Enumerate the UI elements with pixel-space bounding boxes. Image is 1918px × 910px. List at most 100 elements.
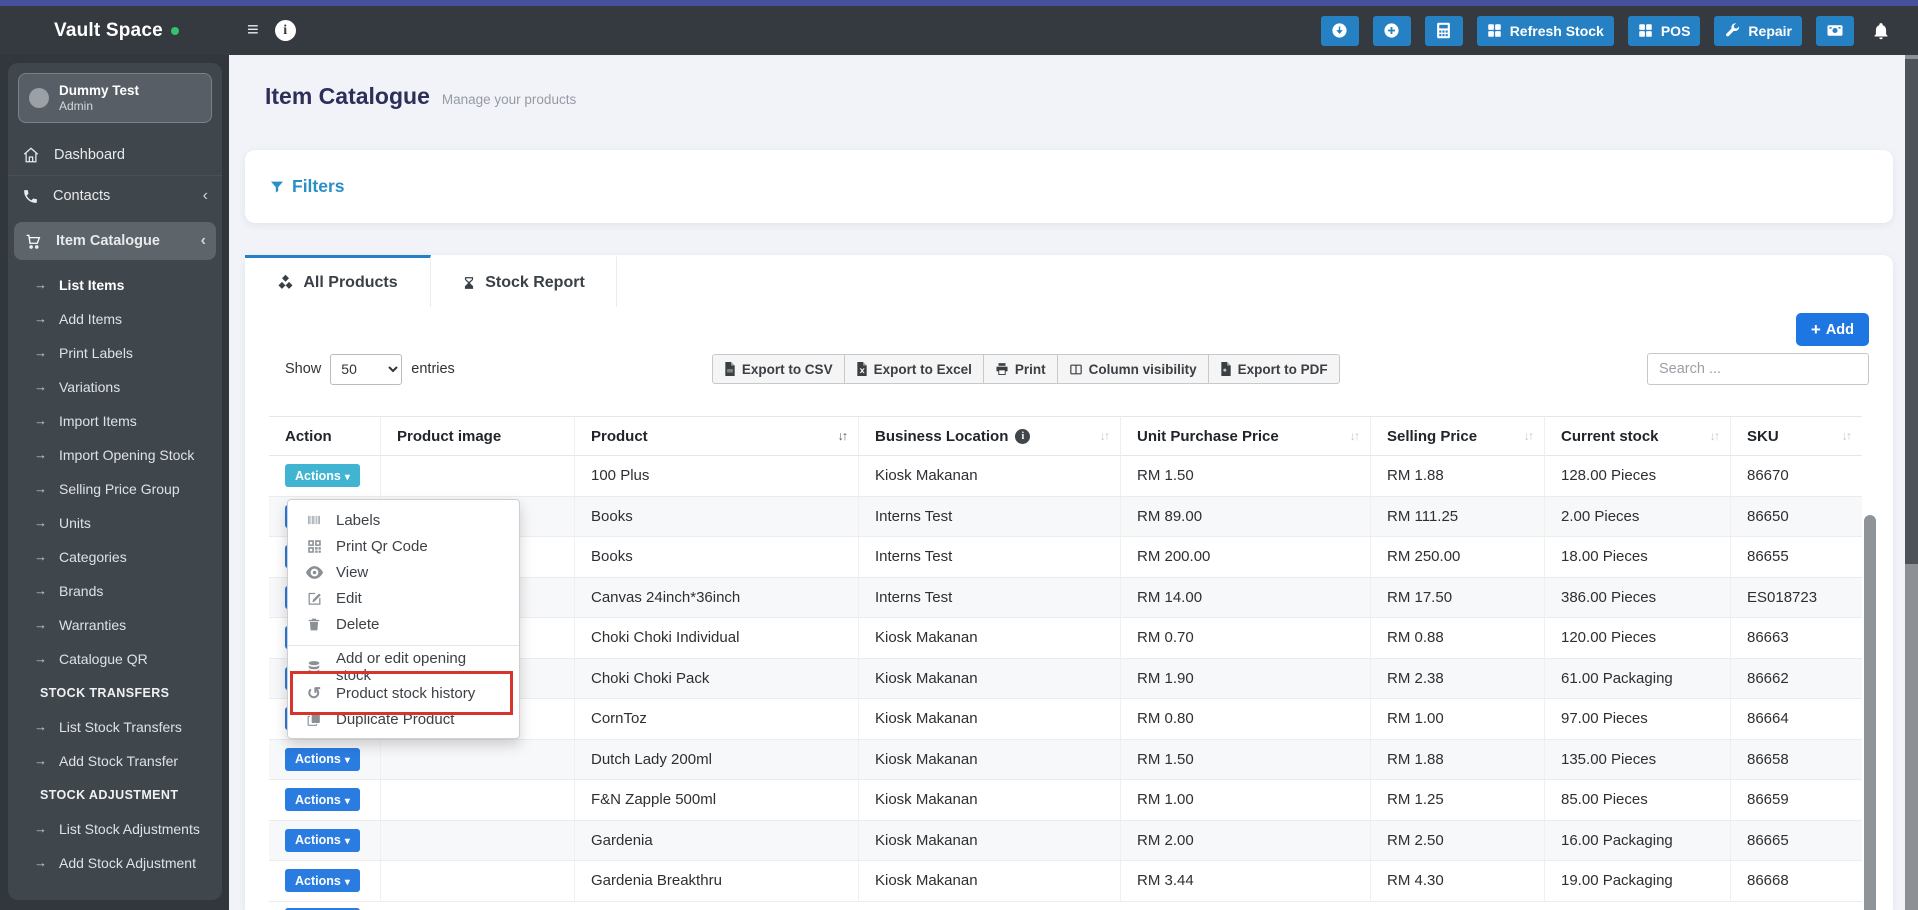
sidebar-subitem-label: Add Stock Transfer xyxy=(59,753,179,769)
sidebar-subitem-label: Units xyxy=(59,515,91,531)
column-visibility-label: Column visibility xyxy=(1088,361,1197,377)
hamburger-menu-icon[interactable]: ≡ xyxy=(247,19,259,42)
page-size-select[interactable]: 50 xyxy=(330,353,403,385)
menu-item-view[interactable]: View xyxy=(288,559,519,585)
page-scrollbar[interactable] xyxy=(1905,55,1918,910)
repair-button[interactable]: Repair xyxy=(1714,15,1802,46)
col-business-location[interactable]: Business Location i ↓↑ xyxy=(859,416,1121,456)
tab-label: Stock Report xyxy=(485,273,585,291)
sort-icon[interactable]: ↓↑ xyxy=(1710,429,1731,443)
sort-icon[interactable]: ↓↑ xyxy=(1350,429,1371,443)
sidebar-item-dashboard[interactable]: Dashboard xyxy=(8,135,222,176)
sidebar-subitem[interactable]: Import Opening Stock xyxy=(8,438,222,472)
current-stock-cell: 16.00 Packaging xyxy=(1545,820,1731,860)
table-row: Actions Dutch Lady 200ml Kiosk Makanan R… xyxy=(269,739,1862,780)
selling-price-cell: RM 1.00 xyxy=(1371,699,1545,739)
product-cell: CornToz xyxy=(575,699,859,739)
sidebar-subitem: STOCK TRANSFERS xyxy=(8,676,222,710)
col-current-stock[interactable]: Current stock ↓↑ xyxy=(1545,416,1731,456)
sidebar-subitem[interactable]: Variations xyxy=(8,370,222,404)
sidebar-subitem[interactable]: Warranties xyxy=(8,608,222,642)
add-quick-button[interactable] xyxy=(1372,15,1411,46)
sort-icon[interactable]: ↓↑ xyxy=(1524,429,1545,443)
purchase-price-cell: RM 2.00 xyxy=(1121,820,1371,860)
search-input[interactable] xyxy=(1647,353,1869,385)
table-row-partial: Actions xyxy=(269,902,1862,910)
table-scrollbar[interactable] xyxy=(1864,515,1876,910)
sort-icon[interactable]: ↓↑ xyxy=(838,429,859,443)
sidebar-subitem[interactable]: Categories xyxy=(8,540,222,574)
filters-toggle[interactable]: Filters xyxy=(269,176,345,197)
row-actions-button[interactable]: Actions xyxy=(285,869,360,893)
sort-icon[interactable]: ↓↑ xyxy=(1100,429,1121,443)
product-cell: Gardenia Breakthru xyxy=(575,861,859,901)
export-excel-button[interactable]: Export to Excel xyxy=(844,354,984,384)
export-csv-button[interactable]: Export to CSV xyxy=(711,354,845,384)
calculator-button[interactable] xyxy=(1424,15,1463,46)
excel-file-icon xyxy=(856,362,868,376)
table-controls: Show 50 entries Export to CSV Export to … xyxy=(285,353,1869,385)
tab-all-products[interactable]: All Products xyxy=(245,255,431,307)
refresh-stock-button[interactable]: Refresh Stock xyxy=(1476,15,1614,46)
sidebar-item-contacts[interactable]: Contacts ‹ xyxy=(8,176,222,216)
current-stock-cell: 2.00 Pieces xyxy=(1545,496,1731,536)
sidebar-item-item-catalogue[interactable]: Item Catalogue ‹ xyxy=(14,222,216,260)
product-image-cell xyxy=(381,739,575,779)
home-icon xyxy=(22,146,40,164)
row-actions-button[interactable]: Actions xyxy=(285,747,360,771)
sidebar-subitem[interactable]: Import Items xyxy=(8,404,222,438)
info-icon[interactable]: i xyxy=(274,20,296,41)
cash-register-button[interactable] xyxy=(1816,15,1854,46)
sidebar-subitem[interactable]: List Stock Adjustments xyxy=(8,812,222,846)
eye-icon xyxy=(304,565,324,579)
sidebar-subitem[interactable]: Selling Price Group xyxy=(8,472,222,506)
col-sku[interactable]: SKU ↓↑ xyxy=(1731,416,1862,456)
sidebar-subitem[interactable]: Brands xyxy=(8,574,222,608)
sort-icon[interactable]: ↓↑ xyxy=(1842,429,1863,443)
pos-button[interactable]: POS xyxy=(1627,15,1701,46)
sidebar-subitem-label: List Stock Adjustments xyxy=(59,821,200,837)
edit-icon xyxy=(304,591,324,606)
menu-item-labels[interactable]: Labels xyxy=(288,507,519,533)
row-actions-button[interactable]: Actions xyxy=(285,464,360,488)
col-unit-purchase-price[interactable]: Unit Purchase Price ↓↑ xyxy=(1121,416,1371,456)
tab-stock-report[interactable]: Stock Report xyxy=(431,255,617,307)
tab-bar: All Products Stock Report xyxy=(245,255,1893,307)
purchase-price-cell: RM 1.50 xyxy=(1121,456,1371,496)
user-card[interactable]: Dummy Test Admin xyxy=(18,73,212,123)
menu-item-duplicate-product[interactable]: Duplicate Product xyxy=(288,706,519,732)
sidebar-subitem-label: List Items xyxy=(59,277,125,293)
menu-item-add-or-edit-opening-stock[interactable]: Add or edit opening stock xyxy=(288,650,519,684)
sidebar-subitem[interactable]: List Items xyxy=(8,268,222,302)
sidebar-subitem[interactable]: Catalogue QR xyxy=(8,642,222,676)
notifications-bell-icon[interactable] xyxy=(1872,21,1890,41)
row-actions-button[interactable]: Actions xyxy=(285,788,360,812)
product-image-cell xyxy=(381,780,575,820)
col-product[interactable]: Product ↓↑ xyxy=(575,416,859,456)
menu-item-print-qr-code[interactable]: Print Qr Code xyxy=(288,533,519,559)
info-icon[interactable]: i xyxy=(1015,428,1031,444)
menu-item-delete[interactable]: Delete xyxy=(288,611,519,637)
export-pdf-button[interactable]: Export to PDF xyxy=(1208,354,1340,384)
table-row: Actions F&N Zapple 500ml Kiosk Makanan R… xyxy=(269,780,1862,821)
add-button[interactable]: + Add xyxy=(1795,313,1869,346)
sidebar-subitem-label: Add Stock Adjustment xyxy=(59,855,196,871)
sidebar-subitem[interactable]: Units xyxy=(8,506,222,540)
sidebar-subitem[interactable]: Print Labels xyxy=(8,336,222,370)
col-selling-price[interactable]: Selling Price ↓↑ xyxy=(1371,416,1545,456)
sidebar-subitem-label: Variations xyxy=(59,379,121,395)
sidebar-subitem[interactable]: List Stock Transfers xyxy=(8,710,222,744)
sidebar-subitem[interactable]: Add Stock Adjustment xyxy=(8,846,222,880)
product-image-cell xyxy=(381,456,575,496)
sidebar-subitem[interactable]: Add Stock Transfer xyxy=(8,744,222,778)
refresh-stock-label: Refresh Stock xyxy=(1509,22,1604,39)
sidebar-subitem-label: Selling Price Group xyxy=(59,481,180,497)
sidebar-subitem-label: Categories xyxy=(59,549,127,565)
menu-item-edit[interactable]: Edit xyxy=(288,585,519,611)
row-actions-button[interactable]: Actions xyxy=(285,828,360,852)
column-visibility-button[interactable]: Column visibility xyxy=(1057,354,1209,384)
print-button[interactable]: Print xyxy=(983,354,1058,384)
sidebar-subitem[interactable]: Add Items xyxy=(8,302,222,336)
page-scrollbar-thumb[interactable] xyxy=(1905,59,1918,564)
download-button[interactable] xyxy=(1320,15,1359,46)
